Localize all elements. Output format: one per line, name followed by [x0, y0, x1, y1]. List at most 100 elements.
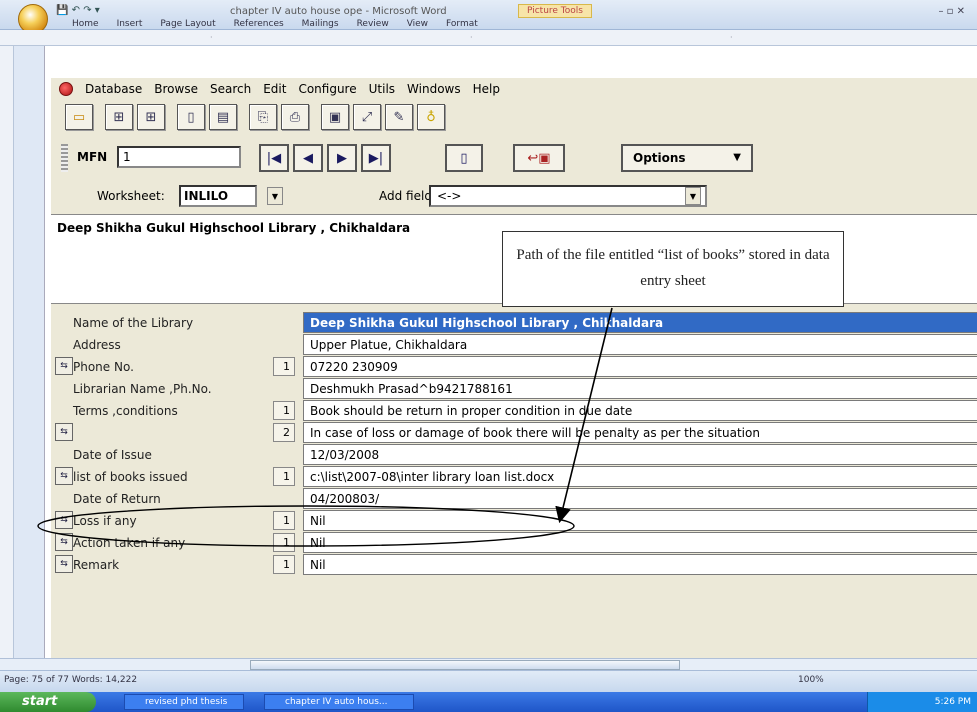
zoom-level[interactable]: 100%: [798, 675, 824, 685]
field-row: ⇆ Loss if any 1 Nil: [51, 510, 977, 532]
mfn-label: MFN: [77, 150, 108, 164]
subfield-editor-icon[interactable]: ⇆: [55, 555, 73, 573]
window-controls[interactable]: – ▫ ✕: [938, 6, 965, 17]
subfield-editor-icon[interactable]: ⇆: [55, 533, 73, 551]
menu-help[interactable]: Help: [473, 82, 500, 96]
options-label: Options: [633, 151, 686, 165]
scrollbar-thumb[interactable]: [250, 660, 680, 670]
picture-tools-tab[interactable]: Picture Tools: [518, 4, 592, 18]
subfield-editor-icon[interactable]: ⇆: [55, 467, 73, 485]
tab-home[interactable]: Home: [72, 19, 99, 29]
toolbar-grip-icon[interactable]: [61, 144, 68, 172]
occurrence-number: 1: [273, 555, 295, 574]
field-value-input[interactable]: In case of loss or damage of book there …: [303, 422, 977, 443]
menu-browse[interactable]: Browse: [154, 82, 198, 96]
field-value-input[interactable]: Nil: [303, 532, 977, 553]
database-a-icon[interactable]: ⊞: [105, 104, 133, 130]
task-chapter[interactable]: chapter IV auto hous...: [264, 694, 414, 710]
subfield-editor-icon[interactable]: ⇆: [55, 423, 73, 441]
menu-database[interactable]: Database: [85, 82, 142, 96]
field-value-input[interactable]: 12/03/2008: [303, 444, 977, 465]
menu-configure[interactable]: Configure: [298, 82, 356, 96]
status-text: Page: 75 of 77 Words: 14,222: [4, 675, 138, 685]
isis-logo-icon: [59, 82, 73, 96]
document-title: chapter IV auto house ope - Microsoft Wo…: [230, 6, 447, 17]
field-row: Date of Issue 12/03/2008: [51, 444, 977, 466]
quick-access-toolbar[interactable]: 💾 ↶ ↷ ▾: [56, 5, 100, 16]
subfield-editor-icon[interactable]: ⇆: [55, 357, 73, 375]
occurrence-number: 1: [273, 467, 295, 486]
documents-icon[interactable]: ▤: [209, 104, 237, 130]
field-row: Name of the Library Deep Shikha Gukul Hig…: [51, 312, 977, 334]
document-icon[interactable]: ▯: [177, 104, 205, 130]
occurrence-number: 1: [273, 357, 295, 376]
addfield-label: Add field:: [379, 189, 436, 203]
field-value-input[interactable]: Deep Shikha Gukul Highschool Library , C…: [303, 312, 977, 333]
bulb-icon[interactable]: ♁: [417, 104, 445, 130]
field-label: Remark: [73, 558, 120, 572]
new-record-icon[interactable]: ▯: [445, 144, 483, 172]
windows-taskbar: start revised phd thesis chapter IV auto…: [0, 692, 977, 712]
horizontal-scrollbar[interactable]: [0, 658, 977, 670]
occurrence-number: 2: [273, 423, 295, 442]
field-label: Librarian Name ,Ph.No.: [73, 382, 212, 396]
field-value-input[interactable]: Nil: [303, 554, 977, 575]
worksheet-dropdown-icon[interactable]: ▼: [267, 187, 283, 205]
horizontal-ruler[interactable]: · · ·: [0, 30, 977, 46]
next-record-button[interactable]: ▶: [327, 144, 357, 172]
tab-references[interactable]: References: [234, 19, 284, 29]
tab-format[interactable]: Format: [446, 19, 478, 29]
isis-window-image[interactable]: Database Browse Search Edit Configure Ut…: [51, 78, 977, 658]
menu-windows[interactable]: Windows: [407, 82, 461, 96]
field-label: Action taken if any: [73, 536, 186, 550]
worksheet-select[interactable]: INLILO: [179, 185, 257, 207]
field-value-input[interactable]: 04/200803/: [303, 488, 977, 509]
field-value-input[interactable]: Nil: [303, 510, 977, 531]
field-row: Librarian Name ,Ph.No. Deshmukh Prasad^b9…: [51, 378, 977, 400]
database-b-icon[interactable]: ⊞: [137, 104, 165, 130]
field-value-input[interactable]: Upper Platue, Chikhaldara: [303, 334, 977, 355]
field-label: Address: [73, 338, 121, 352]
tab-review[interactable]: Review: [357, 19, 389, 29]
field-value-input[interactable]: c:\list\2007-08\inter library loan list.…: [303, 466, 977, 487]
field-label: Date of Issue: [73, 448, 152, 462]
print-icon[interactable]: ⎙: [281, 104, 309, 130]
pencil-icon[interactable]: ✎: [385, 104, 413, 130]
last-record-button[interactable]: ▶|: [361, 144, 391, 172]
field-value-input[interactable]: Book should be return in proper conditio…: [303, 400, 977, 421]
first-record-button[interactable]: |◀: [259, 144, 289, 172]
field-label: Name of the Library: [73, 316, 194, 330]
wand-icon[interactable]: ⤢: [353, 104, 381, 130]
isis-toolbar: ▭ ⊞ ⊞ ▯ ▤ ⎘ ⎙ ▣ ⤢ ✎ ♁: [65, 104, 445, 130]
ribbon-tabs: Home Insert Page Layout References Maili…: [72, 19, 478, 29]
subfield-editor-icon[interactable]: ⇆: [55, 511, 73, 529]
tab-page-layout[interactable]: Page Layout: [160, 19, 215, 29]
mfn-input[interactable]: 1: [117, 146, 241, 168]
addfield-select[interactable]: <->: [429, 185, 707, 207]
annotation-callout: Path of the file entitled “list of books…: [502, 231, 844, 307]
tab-insert[interactable]: Insert: [117, 19, 143, 29]
tab-mailings[interactable]: Mailings: [302, 19, 339, 29]
start-button[interactable]: start: [0, 692, 96, 712]
field-label: Phone No.: [73, 360, 134, 374]
menu-utils[interactable]: Utils: [369, 82, 395, 96]
field-row: ⇆ 2 In case of loss or damage of book ther…: [51, 422, 977, 444]
preview-icon[interactable]: ⎘: [249, 104, 277, 130]
field-value-input[interactable]: Deshmukh Prasad^b9421788161: [303, 378, 977, 399]
addfield-dropdown-icon[interactable]: ▼: [685, 187, 701, 205]
task-thesis[interactable]: revised phd thesis: [124, 694, 244, 710]
field-row: Date of Return 04/200803/: [51, 488, 977, 510]
save-record-icon[interactable]: ↩▣: [513, 144, 565, 172]
form-icon[interactable]: ▣: [321, 104, 349, 130]
options-dropdown[interactable]: Options ▼: [621, 144, 753, 172]
field-value-input[interactable]: 07220 230909: [303, 356, 977, 377]
previous-record-button[interactable]: ◀: [293, 144, 323, 172]
vertical-ruler[interactable]: [0, 46, 14, 658]
field-row: Terms ,conditions 1 Book should be return …: [51, 400, 977, 422]
open-folder-icon[interactable]: ▭: [65, 104, 93, 130]
field-row: ⇆ Phone No. 1 07220 230909: [51, 356, 977, 378]
menu-edit[interactable]: Edit: [263, 82, 286, 96]
field-label: Loss if any: [73, 514, 137, 528]
menu-search[interactable]: Search: [210, 82, 251, 96]
tab-view[interactable]: View: [407, 19, 428, 29]
